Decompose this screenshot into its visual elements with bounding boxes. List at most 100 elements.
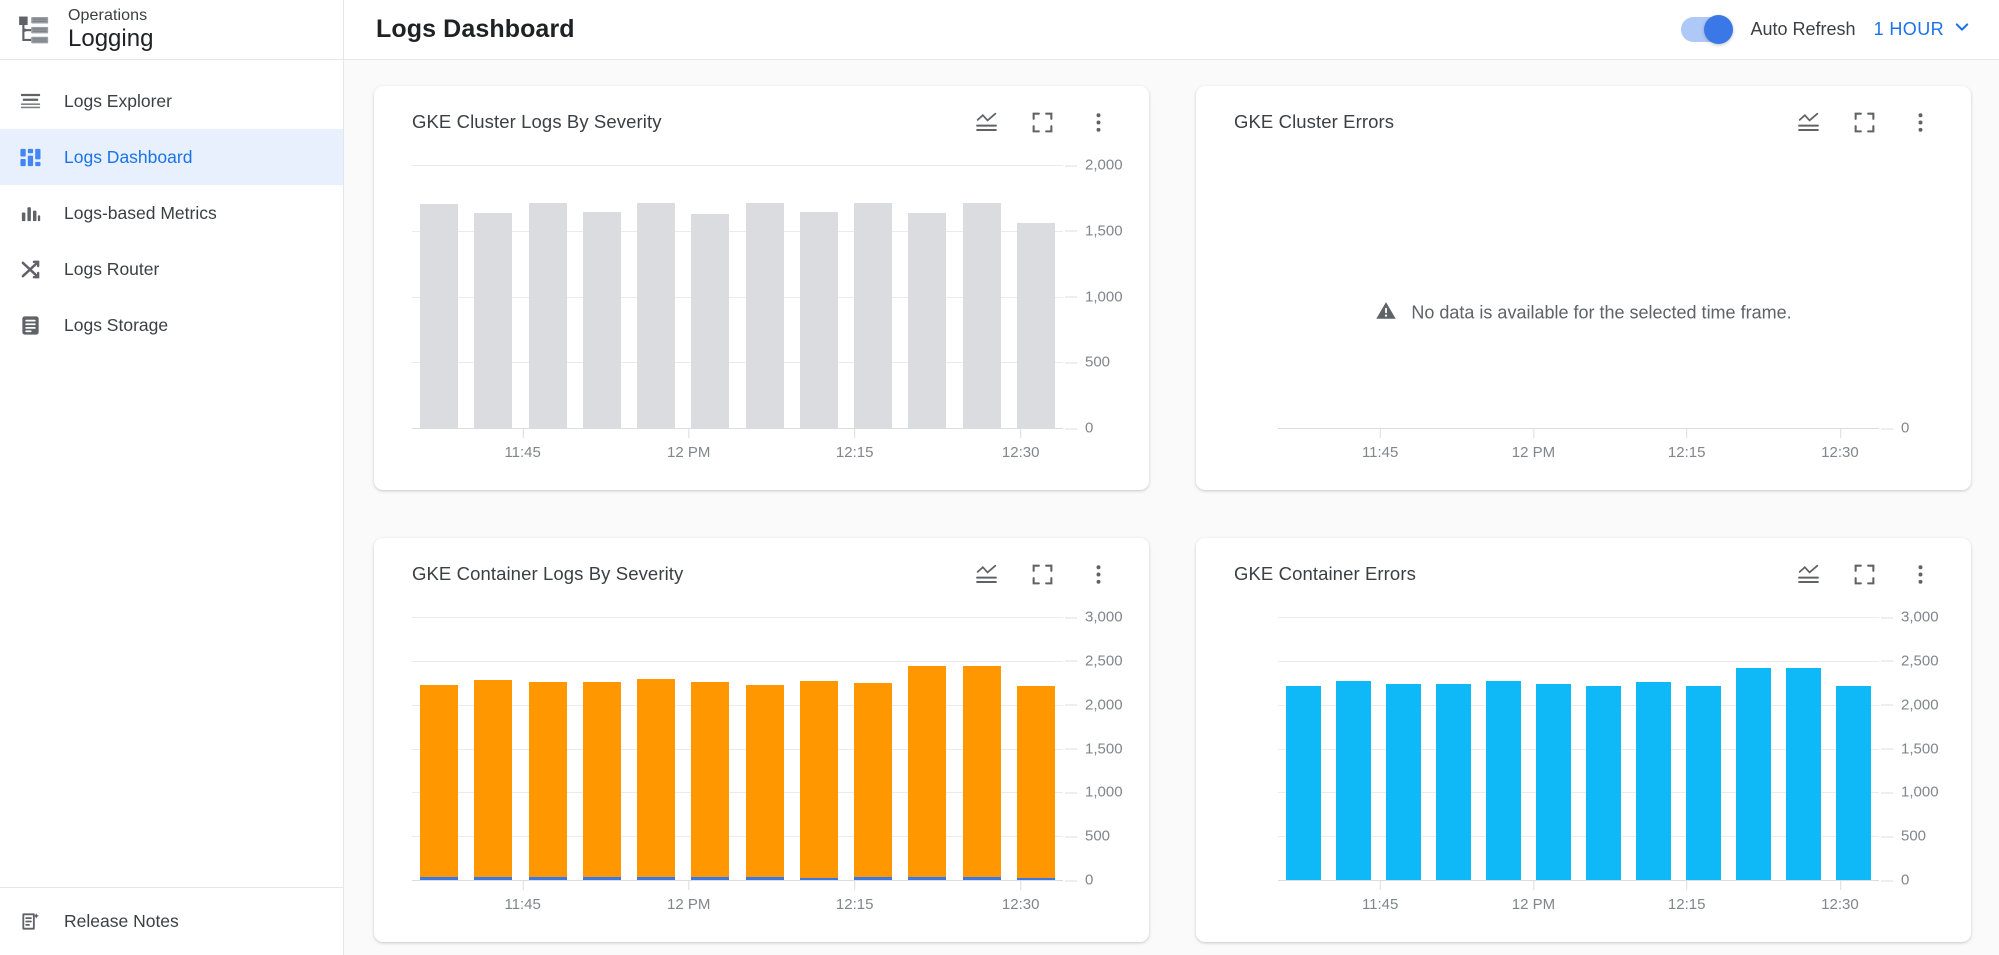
bar-slot[interactable] [683,165,737,428]
bar[interactable] [637,203,675,428]
bar[interactable] [1486,681,1521,880]
bar[interactable] [1636,682,1671,880]
bar-slot[interactable] [846,165,900,428]
bar[interactable] [746,685,784,880]
bar-slot[interactable] [900,165,954,428]
bar-slot[interactable] [466,165,520,428]
bar[interactable] [1836,686,1871,880]
bar-slot[interactable] [1779,617,1829,880]
bar[interactable] [1386,684,1421,880]
bar-segment [1536,684,1571,880]
sidebar-item-logs-dashboard[interactable]: Logs Dashboard [0,129,343,185]
bar[interactable] [474,213,512,428]
bar[interactable] [854,203,892,428]
bar-slot[interactable] [521,165,575,428]
brand-header[interactable]: Operations Logging [0,0,343,60]
bar-slot[interactable] [792,165,846,428]
bar-slot[interactable] [575,165,629,428]
bar-slot[interactable] [1478,617,1528,880]
fullscreen-icon[interactable] [1851,561,1877,587]
bar[interactable] [1786,668,1821,880]
brand-product: Operations [68,8,153,24]
bar-slot[interactable] [1528,617,1578,880]
bar[interactable] [1286,686,1321,880]
fullscreen-icon[interactable] [1029,561,1055,587]
more-vert-icon[interactable] [1907,561,1933,587]
bar[interactable] [637,679,675,880]
bar-slot[interactable] [846,617,900,880]
auto-refresh-toggle[interactable] [1681,17,1733,42]
more-vert-icon[interactable] [1085,109,1111,135]
sidebar-item-logs-storage[interactable]: Logs Storage [0,297,343,353]
bar-slot[interactable] [738,617,792,880]
bar[interactable] [529,203,567,428]
bar-slot[interactable] [1328,617,1378,880]
bar[interactable] [420,685,458,880]
sidebar-item-logs-explorer[interactable]: Logs Explorer [0,73,343,129]
legend-icon[interactable] [1795,109,1821,135]
bar-slot[interactable] [1378,617,1428,880]
bar-slot[interactable] [521,617,575,880]
legend-icon[interactable] [973,561,999,587]
bar[interactable] [963,666,1001,880]
bar-slot[interactable] [1578,617,1628,880]
bar-slot[interactable] [1729,617,1779,880]
bar-slot[interactable] [1679,617,1729,880]
more-vert-icon[interactable] [1085,561,1111,587]
bar[interactable] [1336,681,1371,880]
bar-slot[interactable] [466,617,520,880]
bar[interactable] [1686,686,1721,880]
bar[interactable] [583,682,621,880]
bar[interactable] [1586,686,1621,880]
bar[interactable] [474,680,512,880]
bar[interactable] [908,666,946,880]
bar[interactable] [420,204,458,428]
time-range-selector[interactable]: 1 HOUR [1874,18,1971,41]
bar-slot[interactable] [738,165,792,428]
bar-slot[interactable] [412,165,466,428]
legend-icon[interactable] [1795,561,1821,587]
bar-slot[interactable] [1829,617,1879,880]
card-actions [973,561,1125,587]
bar[interactable] [691,682,729,880]
bar[interactable] [1017,223,1055,428]
bar[interactable] [529,682,567,880]
bar[interactable] [800,681,838,880]
sidebar-item-logs-based-metrics[interactable]: Logs-based Metrics [0,185,343,241]
bar-slot[interactable] [1009,165,1063,428]
bar[interactable] [908,213,946,428]
legend-icon[interactable] [973,109,999,135]
x-axis-tick-label: 12:30 [1002,444,1040,461]
bar-slot[interactable] [575,617,629,880]
bar[interactable] [1017,686,1055,880]
bar-slot[interactable] [1278,617,1328,880]
bar[interactable] [963,203,1001,428]
bar-slot[interactable] [900,617,954,880]
bar-slot[interactable] [955,165,1009,428]
bar[interactable] [800,212,838,428]
bar-slot[interactable] [629,165,683,428]
bar-slot[interactable] [792,617,846,880]
bar[interactable] [1536,684,1571,880]
sidebar-item-logs-router[interactable]: Logs Router [0,241,343,297]
fullscreen-icon[interactable] [1851,109,1877,135]
bar[interactable] [854,683,892,880]
bar[interactable] [1736,668,1771,880]
bar-slot[interactable] [1629,617,1679,880]
bar-slot[interactable] [955,617,1009,880]
chart-card-gke-cluster-errors: GKE Cluster Errors [1196,86,1971,490]
bar[interactable] [1436,684,1471,880]
bar[interactable] [691,214,729,428]
fullscreen-icon[interactable] [1029,109,1055,135]
bar[interactable] [746,203,784,428]
bar-slot[interactable] [1009,617,1063,880]
more-vert-icon[interactable] [1907,109,1933,135]
bar-slot[interactable] [683,617,737,880]
bar-slot[interactable] [412,617,466,880]
x-axis-tick-label: 11:45 [1362,896,1398,913]
sidebar-item-release-notes[interactable]: Release Notes [0,887,343,955]
bar[interactable] [583,212,621,428]
bar-segment [1386,684,1421,880]
bar-slot[interactable] [1428,617,1478,880]
bar-slot[interactable] [629,617,683,880]
